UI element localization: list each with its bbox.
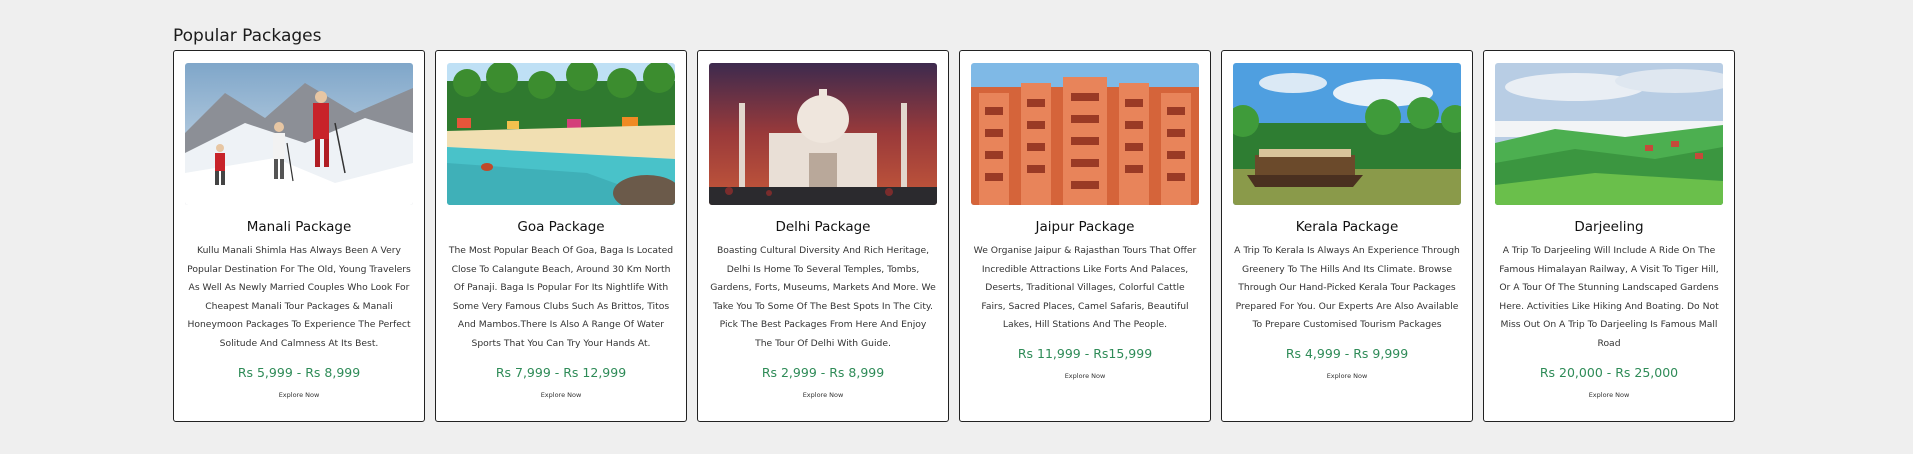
darjeeling-photo — [1495, 63, 1723, 205]
card-price: Rs 7,999 - Rs 12,999 — [495, 364, 627, 380]
package-card-goa: Goa Package The Most Popular Beach Of Go… — [435, 50, 687, 422]
card-title: Darjeeling — [1574, 219, 1644, 235]
explore-now-button[interactable]: Explore Now — [279, 391, 320, 399]
card-title: Delhi Package — [775, 219, 871, 235]
manali-photo — [185, 63, 413, 205]
card-price: Rs 11,999 - Rs15,999 — [1017, 345, 1153, 361]
kerala-photo — [1233, 63, 1461, 205]
card-title: Kerala Package — [1295, 219, 1399, 235]
card-price: Rs 20,000 - Rs 25,000 — [1539, 364, 1679, 380]
package-card-darjeeling: Darjeeling A Trip To Darjeeling Will Inc… — [1483, 50, 1735, 422]
package-card-jaipur: Jaipur Package We Organise Jaipur & Raja… — [959, 50, 1211, 422]
card-description: The Most Popular Beach Of Goa, Baga Is L… — [448, 245, 674, 349]
explore-now-button[interactable]: Explore Now — [803, 391, 844, 399]
card-title: Goa Package — [517, 219, 605, 235]
card-price: Rs 2,999 - Rs 8,999 — [761, 364, 885, 380]
package-card-delhi: Delhi Package Boasting Cultural Diversit… — [697, 50, 949, 422]
section-title: Popular Packages — [173, 26, 322, 46]
package-card-kerala: Kerala Package A Trip To Kerala Is Alway… — [1221, 50, 1473, 422]
package-cards: Manali Package Kullu Manali Shimla Has A… — [173, 50, 1735, 422]
card-description: A Trip To Kerala Is Always An Experience… — [1234, 245, 1460, 331]
card-description: Boasting Cultural Diversity And Rich Her… — [710, 245, 936, 349]
card-price: Rs 4,999 - Rs 9,999 — [1285, 345, 1409, 361]
explore-now-button[interactable]: Explore Now — [541, 391, 582, 399]
delhi-photo — [709, 63, 937, 205]
card-description: Kullu Manali Shimla Has Always Been A Ve… — [187, 245, 411, 349]
card-title: Manali Package — [246, 219, 352, 235]
jaipur-photo — [971, 63, 1199, 205]
package-card-manali: Manali Package Kullu Manali Shimla Has A… — [173, 50, 425, 422]
card-description: We Organise Jaipur & Rajasthan Tours Tha… — [973, 245, 1197, 331]
goa-photo — [447, 63, 675, 205]
card-title: Jaipur Package — [1035, 219, 1135, 235]
popular-packages-section: Popular Packages Manali Package Kullu Ma… — [173, 24, 1748, 422]
explore-now-button[interactable]: Explore Now — [1065, 372, 1106, 380]
explore-now-button[interactable]: Explore Now — [1589, 391, 1630, 399]
explore-now-button[interactable]: Explore Now — [1327, 372, 1368, 380]
card-price: Rs 5,999 - Rs 8,999 — [237, 364, 361, 380]
card-description: A Trip To Darjeeling Will Include A Ride… — [1499, 245, 1719, 349]
